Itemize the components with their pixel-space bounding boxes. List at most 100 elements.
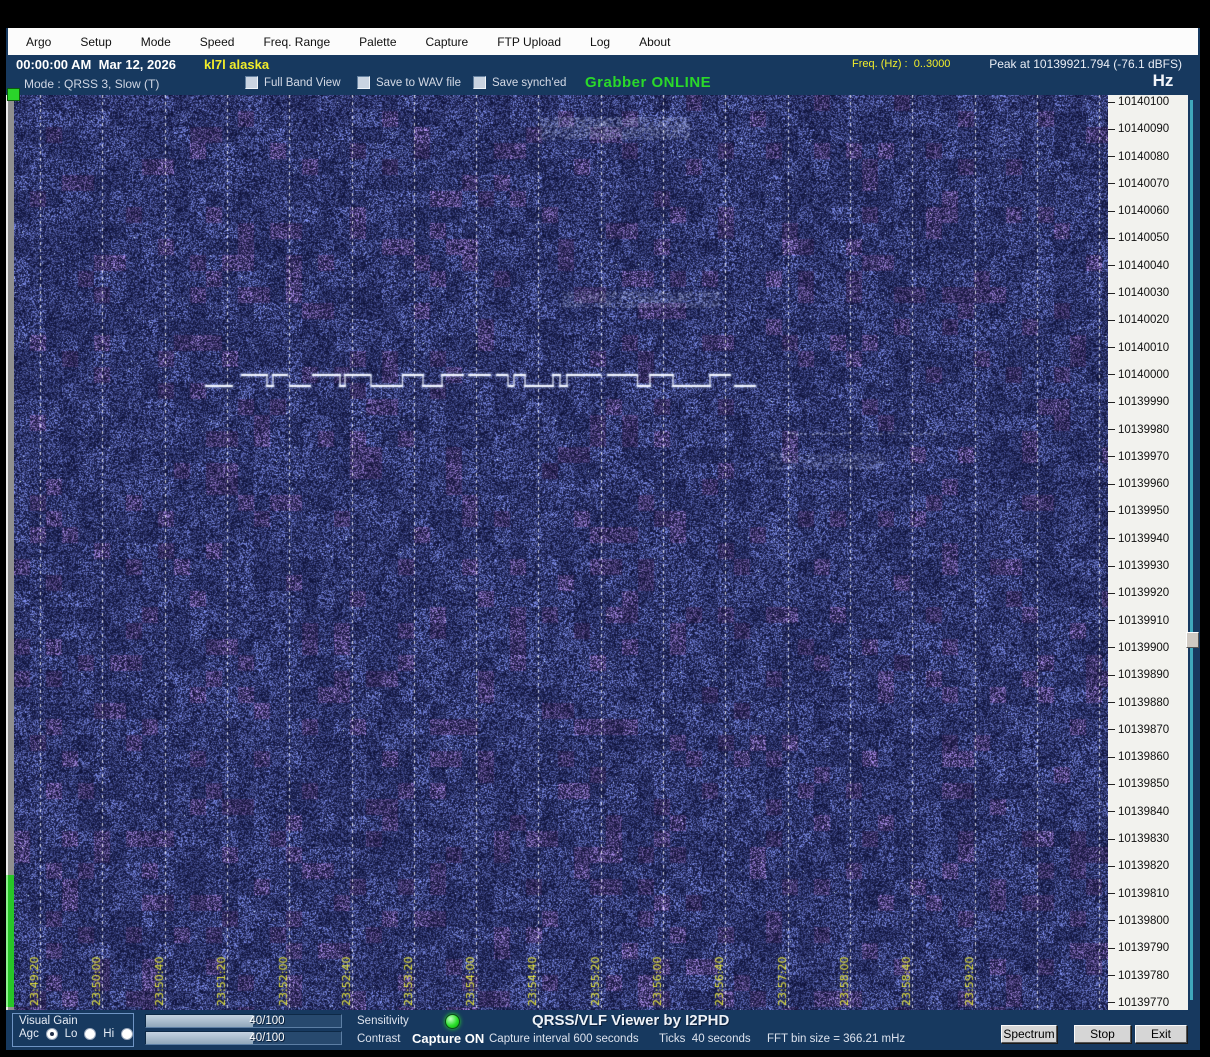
grabber-status: Grabber ONLINE <box>585 74 712 91</box>
menu-item[interactable]: FTP Upload <box>497 35 561 49</box>
tick-mark <box>1108 565 1115 567</box>
checkbox-option[interactable]: Save synch'ed <box>473 76 566 89</box>
freq-scale-row: 10140040 <box>1108 260 1188 272</box>
freq-value: 10139850 <box>1118 778 1170 791</box>
contrast-slider-fill <box>146 1032 254 1044</box>
freq-scale-row: 10139900 <box>1108 642 1188 654</box>
freq-scale-row: 10139960 <box>1108 478 1188 490</box>
checkbox-label: Full Band View <box>264 76 341 89</box>
menu-item[interactable]: Setup <box>80 35 111 49</box>
tick-mark <box>1108 183 1115 185</box>
frequency-scrollbar[interactable] <box>1186 95 1200 1010</box>
scrollbar-track[interactable] <box>1190 100 1193 1000</box>
freq-value: 10139780 <box>1118 969 1170 982</box>
tick-mark <box>1108 156 1115 158</box>
agc-radio-label: Agc <box>19 1028 39 1040</box>
menu-item[interactable]: Freq. Range <box>263 35 330 49</box>
freq-value: 10139840 <box>1118 805 1170 818</box>
tick-mark <box>1108 920 1115 922</box>
freq-scale-row: 10139850 <box>1108 778 1188 790</box>
tick-mark <box>1108 292 1115 294</box>
freq-value: 10140060 <box>1118 205 1170 218</box>
freq-scale-row: 10140100 <box>1108 96 1188 108</box>
hi-radio[interactable] <box>121 1028 133 1040</box>
freq-scale-row: 10140020 <box>1108 314 1188 326</box>
freq-value: 10139980 <box>1118 423 1170 436</box>
waterfall-display[interactable] <box>14 95 1108 1010</box>
freq-scale-row: 10139780 <box>1108 970 1188 982</box>
contrast-label: Contrast <box>357 1033 401 1045</box>
menu-item[interactable]: About <box>639 35 670 49</box>
freq-value: 10140000 <box>1118 368 1170 381</box>
freq-scale-row: 10140080 <box>1108 151 1188 163</box>
freq-scale-row: 10139920 <box>1108 587 1188 599</box>
lo-radio[interactable] <box>84 1028 97 1040</box>
menu-item[interactable]: Palette <box>359 35 396 49</box>
freq-value: 10140040 <box>1118 259 1170 272</box>
freq-value: 10139950 <box>1118 505 1170 518</box>
freq-value: 10139990 <box>1118 396 1170 409</box>
tick-mark <box>1108 319 1115 321</box>
freq-value: 10139820 <box>1118 860 1170 873</box>
tick-mark <box>1108 429 1115 431</box>
menu-item[interactable]: Log <box>590 35 610 49</box>
sensitivity-slider-fill <box>146 1015 254 1027</box>
freq-scale-row: 10139890 <box>1108 669 1188 681</box>
freq-scale-row: 10139800 <box>1108 915 1188 927</box>
scrollbar-thumb[interactable] <box>1186 632 1199 648</box>
freq-scale-row: 10139940 <box>1108 533 1188 545</box>
freq-value: 10140010 <box>1118 341 1170 354</box>
menu-item[interactable]: Mode <box>141 35 171 49</box>
header-row-1: 00:00:00 AM Mar 12, 2026 kl7l alaska Fre… <box>8 55 1198 73</box>
checkbox[interactable] <box>473 76 486 89</box>
sensitivity-label: Sensitivity <box>357 1015 409 1027</box>
freq-scale-row: 10140000 <box>1108 369 1188 381</box>
fft-bin-label: FFT bin size = 366.21 mHz <box>767 1033 906 1045</box>
freq-scale-row: 10139880 <box>1108 697 1188 709</box>
checkbox-label: Save to WAV file <box>376 76 462 89</box>
freq-scale-row: 10140030 <box>1108 287 1188 299</box>
spectrum-button[interactable]: Spectrum <box>1001 1025 1057 1043</box>
contrast-slider[interactable]: 40/100 <box>145 1031 342 1045</box>
freq-value: 10139890 <box>1118 669 1170 682</box>
checkbox[interactable] <box>245 76 258 89</box>
menu-item[interactable]: Argo <box>26 35 51 49</box>
tick-mark <box>1108 674 1115 676</box>
stop-button[interactable]: Stop <box>1074 1025 1131 1043</box>
menu-bar: Argo Setup Mode Speed Freq. Range Palett… <box>8 28 1198 55</box>
freq-value: 10139790 <box>1118 942 1170 955</box>
checkbox-option[interactable]: Full Band View <box>245 76 341 89</box>
tick-mark <box>1108 647 1115 649</box>
freq-value: 10139960 <box>1118 478 1170 491</box>
tick-mark <box>1108 811 1115 813</box>
app-title: QRSS/VLF Viewer by I2PHD <box>532 1012 730 1029</box>
visual-gain-title: Visual Gain <box>19 1015 78 1027</box>
checkbox[interactable] <box>357 76 370 89</box>
freq-scale-row: 10140090 <box>1108 123 1188 135</box>
tick-mark <box>1108 838 1115 840</box>
tick-mark <box>1108 101 1115 103</box>
tick-mark <box>1108 265 1115 267</box>
freq-value: 10140090 <box>1118 123 1170 136</box>
menu-item[interactable]: Speed <box>200 35 235 49</box>
contrast-value: 40/100 <box>249 1032 285 1044</box>
freq-scale-row: 10139790 <box>1108 942 1188 954</box>
freq-value: 10139880 <box>1118 696 1170 709</box>
freq-value: 10139870 <box>1118 723 1170 736</box>
callsign-label: kl7l alaska <box>204 57 270 72</box>
exit-button[interactable]: Exit <box>1135 1025 1187 1043</box>
tick-mark <box>1108 893 1115 895</box>
tick-mark <box>1108 538 1115 540</box>
gauge-marker[interactable] <box>7 88 20 101</box>
scale-unit-label: Hz <box>1152 71 1174 90</box>
tick-mark <box>1108 347 1115 349</box>
tick-mark <box>1108 729 1115 731</box>
tick-mark <box>1108 456 1115 458</box>
freq-value: 10139770 <box>1118 996 1170 1009</box>
sensitivity-slider[interactable]: 40/100 <box>145 1014 342 1028</box>
freq-scale-row: 10140010 <box>1108 342 1188 354</box>
menu-item[interactable]: Capture <box>426 35 469 49</box>
agc-radio[interactable] <box>45 1028 58 1040</box>
checkbox-option[interactable]: Save to WAV file <box>357 76 461 89</box>
freq-value: 10139830 <box>1118 833 1170 846</box>
